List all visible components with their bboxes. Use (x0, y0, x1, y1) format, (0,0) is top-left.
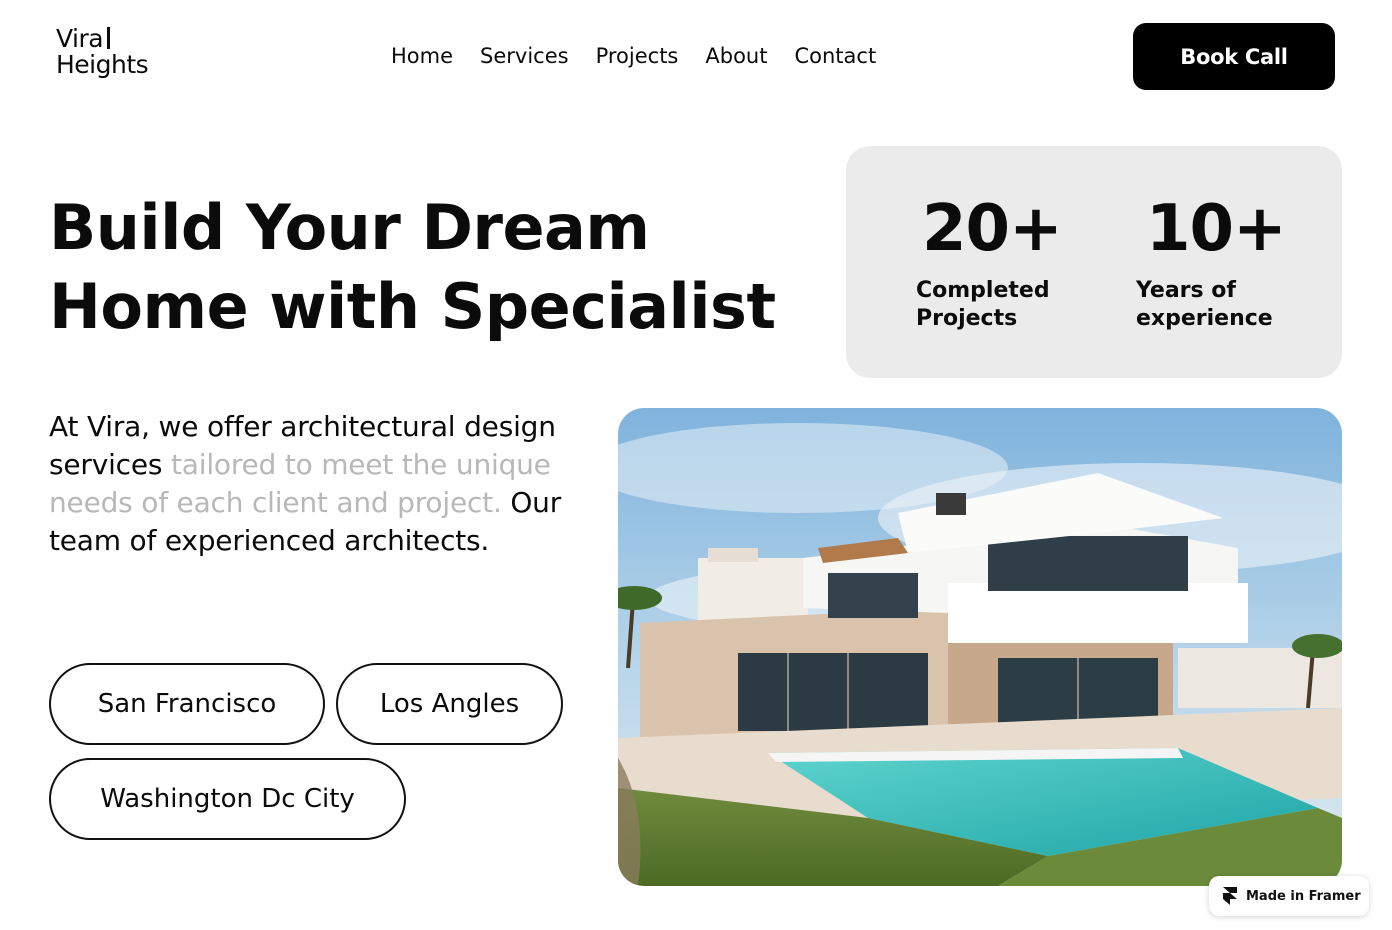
page: Vira Heights Home Services Projects Abou… (0, 0, 1392, 930)
stat-label-line-1: Years of (1136, 278, 1236, 303)
hero-description: At Vira, we offer architectural design s… (49, 408, 579, 560)
stats-card: 20+ Completed Projects 10+ Years of expe… (846, 146, 1342, 378)
logo-line-1: Vira (56, 26, 148, 51)
stat-label-line-2: experience (1136, 306, 1273, 331)
stat-label: Years of experience (1136, 277, 1286, 333)
logo-cursor-mark (107, 27, 111, 49)
stat-label-line-2: Projects (916, 306, 1018, 331)
nav-services[interactable]: Services (480, 42, 569, 70)
nav-contact[interactable]: Contact (794, 42, 876, 70)
logo-text-bottom: Heights (56, 50, 149, 79)
logo[interactable]: Vira Heights (56, 26, 149, 79)
location-pill-washington-dc[interactable]: Washington Dc City (49, 758, 406, 840)
logo-text-top: Vira (56, 24, 104, 53)
badge-label: Made in Framer (1246, 888, 1361, 904)
house-illustration (618, 408, 1342, 886)
main-nav: Home Services Projects About Contact (391, 42, 876, 70)
framer-icon (1223, 887, 1237, 905)
hero-title: Build Your Dream Home with Specialist (49, 188, 809, 346)
stat-value: 20+ (922, 192, 1063, 266)
stat-label: Completed Projects (916, 277, 1062, 333)
book-call-button[interactable]: Book Call (1133, 23, 1335, 90)
nav-projects[interactable]: Projects (596, 42, 679, 70)
made-in-framer-badge[interactable]: Made in Framer (1209, 876, 1369, 916)
nav-about[interactable]: About (705, 42, 767, 70)
stat-completed-projects: 20+ Completed Projects (916, 192, 1063, 333)
stat-value: 10+ (1146, 192, 1287, 266)
stat-years-experience: 10+ Years of experience (1136, 192, 1287, 333)
stat-label-line-1: Completed (916, 278, 1050, 303)
hero-title-line-2: Home with Specialist (49, 270, 776, 343)
hero-title-line-1: Build Your Dream (49, 191, 650, 264)
nav-home[interactable]: Home (391, 42, 453, 70)
house-photo (618, 408, 1342, 886)
location-pill-san-francisco[interactable]: San Francisco (49, 663, 325, 745)
location-pill-los-angeles[interactable]: Los Angles (336, 663, 563, 745)
